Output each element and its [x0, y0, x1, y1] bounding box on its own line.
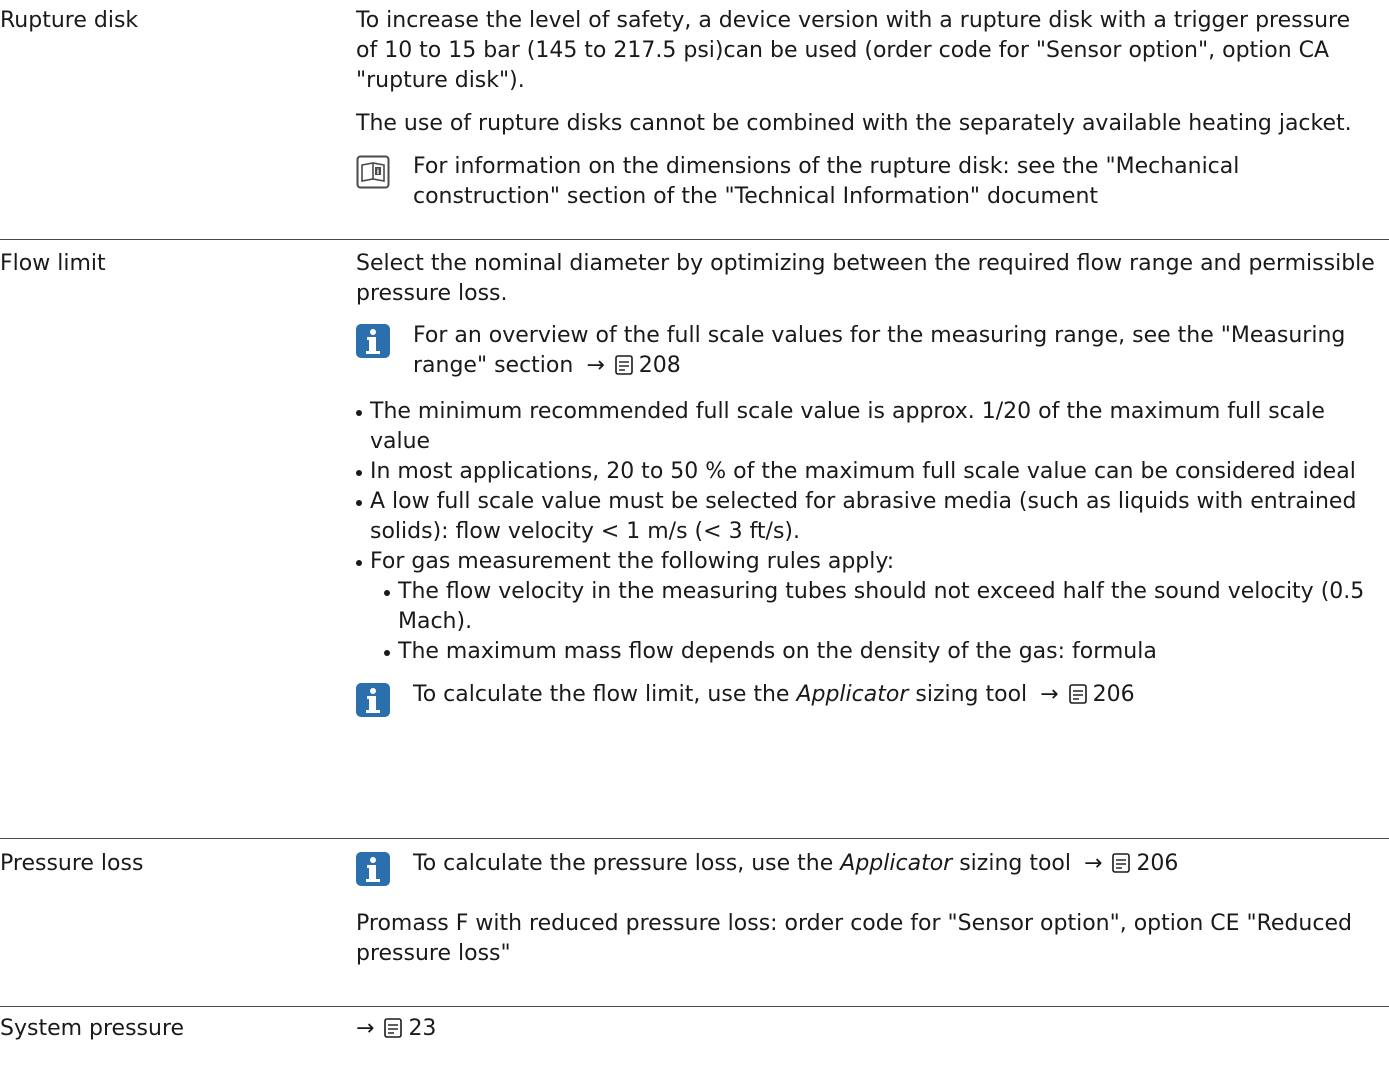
note-text: For information on the dimensions of the… [413, 154, 1240, 209]
sub-bullet-list: The flow velocity in the measuring tubes… [370, 577, 1376, 667]
section-label: Flow limit [0, 251, 106, 276]
book-reference-icon [1112, 852, 1131, 882]
book-reference-icon [1068, 683, 1087, 713]
note-text: To calculate the flow limit, use the [413, 682, 790, 707]
list-item: In most applications, 20 to 50 % of the … [356, 457, 1376, 487]
info-note: To calculate the pressure loss, use the … [356, 849, 1376, 886]
section-content: To calculate the pressure loss, use the … [356, 849, 1376, 969]
sub-list-item: The flow velocity in the measuring tubes… [384, 577, 1376, 637]
book-reference-icon [614, 354, 633, 384]
section-divider [0, 239, 1389, 240]
paragraph: To increase the level of safety, a devic… [356, 8, 1351, 93]
info-icon [356, 683, 390, 726]
list-item: A low full scale value must be selected … [356, 487, 1376, 547]
section-label: Pressure loss [0, 851, 144, 876]
document-reference-icon: i [356, 155, 390, 198]
section-content: → 23 [356, 1014, 1376, 1047]
page-reference: → 23 [356, 1014, 436, 1047]
tool-name: Applicator [840, 851, 953, 876]
page-reference: → 206 [1034, 682, 1134, 707]
arrow-icon: → [586, 353, 605, 378]
section-label: System pressure [0, 1016, 185, 1041]
paragraph: Select the nominal diameter by optimizin… [356, 251, 1375, 306]
book-reference-icon [384, 1017, 403, 1047]
page-reference: → 206 [1078, 851, 1178, 876]
list-item: For gas measurement the following rules … [356, 547, 1376, 667]
page-number: 23 [408, 1016, 437, 1041]
document-note: i For information on the dimensions of t… [356, 152, 1376, 212]
section-content: To increase the level of safety, a devic… [356, 6, 1376, 212]
section-label: Rupture disk [0, 8, 139, 33]
section-content: Select the nominal diameter by optimizin… [356, 249, 1376, 717]
list-item: The minimum recommended full scale value… [356, 397, 1376, 457]
note-text: For an overview of the full scale values… [413, 323, 1346, 378]
info-icon [356, 324, 390, 367]
svg-text:i: i [377, 168, 379, 176]
section-divider [0, 1006, 1389, 1007]
arrow-icon: → [1084, 851, 1103, 876]
arrow-icon: → [1040, 682, 1059, 707]
bullet-list: The minimum recommended full scale value… [356, 397, 1376, 667]
page-number: 206 [1136, 851, 1179, 876]
tool-name: Applicator [796, 682, 909, 707]
page-number: 206 [1092, 682, 1135, 707]
page-reference: → 208 [580, 353, 680, 378]
note-text: To calculate the pressure loss, use the [413, 851, 834, 876]
section-divider [0, 838, 1389, 839]
sub-list-item: The maximum mass flow depends on the den… [384, 637, 1376, 667]
note-text: sizing tool [959, 851, 1071, 876]
paragraph: Promass F with reduced pressure loss: or… [356, 911, 1352, 966]
note-text: sizing tool [915, 682, 1028, 707]
page-number: 208 [638, 353, 681, 378]
arrow-icon: → [356, 1016, 375, 1041]
info-note: For an overview of the full scale values… [356, 321, 1376, 384]
paragraph: The use of rupture disks cannot be combi… [356, 111, 1352, 136]
list-item-text: For gas measurement the following rules … [370, 549, 895, 574]
info-icon [356, 852, 390, 895]
info-note: To calculate the flow limit, use the App… [356, 680, 1376, 717]
